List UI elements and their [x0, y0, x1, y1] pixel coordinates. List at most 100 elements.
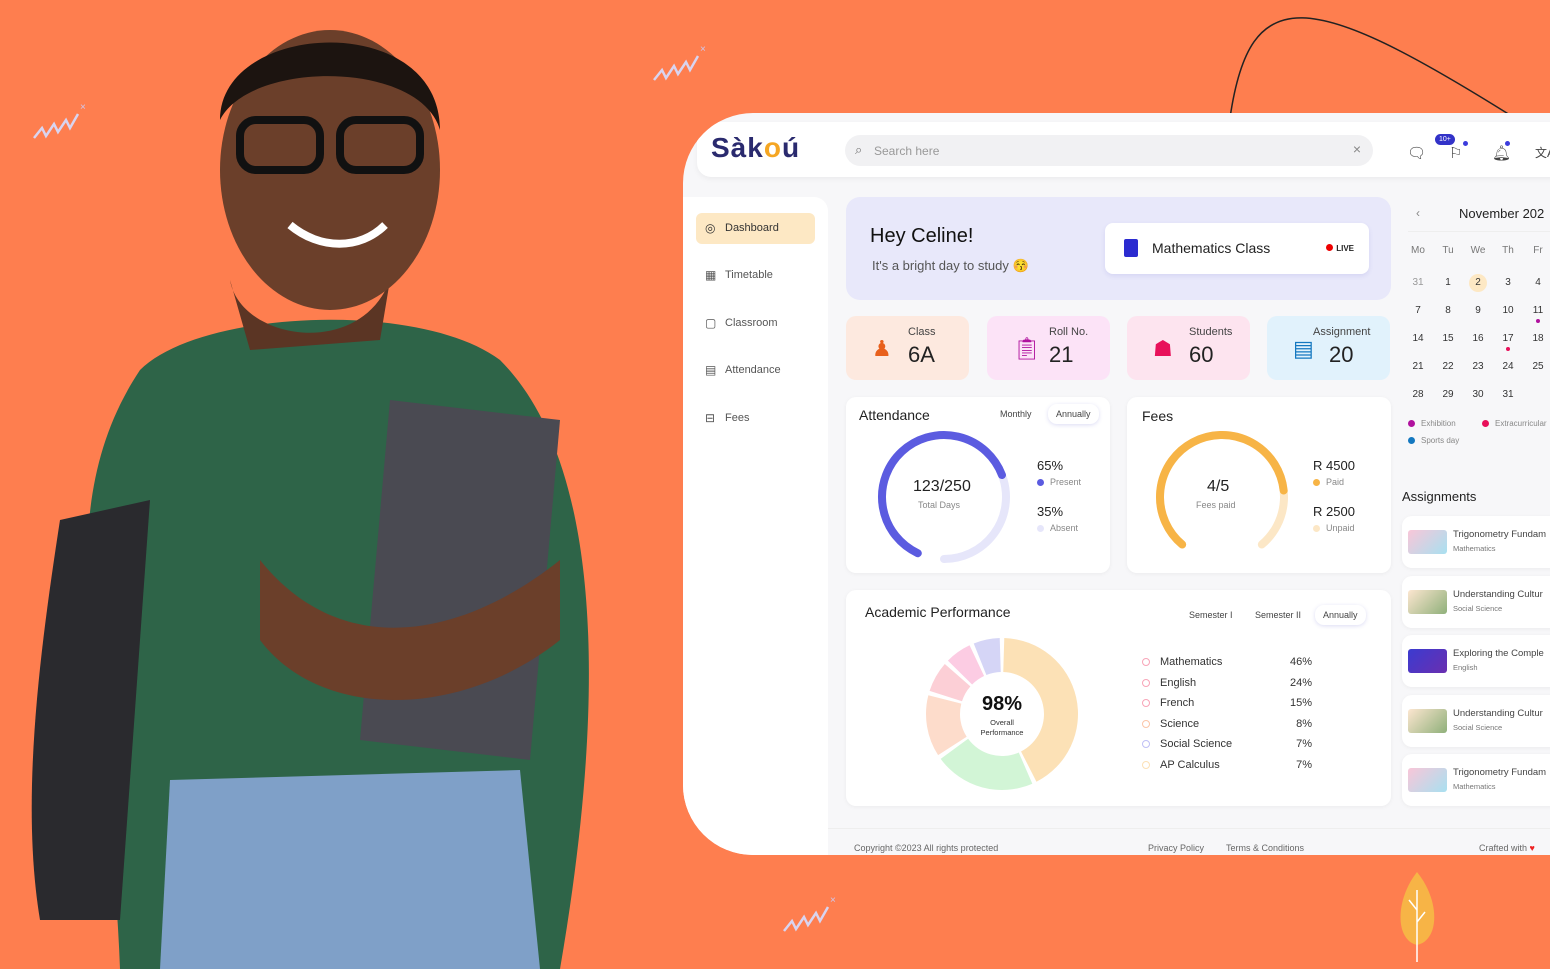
calendar-day[interactable]: 4 [1528, 277, 1548, 288]
label: Fees [725, 412, 750, 424]
academic-performance-card: Academic Performance Semester I Semester… [846, 590, 1391, 806]
tab-monthly[interactable]: Monthly [992, 404, 1040, 424]
assignment-item[interactable]: Understanding Cultur Social Science [1402, 575, 1550, 628]
calendar-day[interactable]: 23 [1468, 361, 1488, 372]
weekday: Fr [1533, 245, 1543, 256]
fees-caption: Fees paid [1196, 500, 1236, 510]
calendar-day[interactable]: 31 [1408, 277, 1428, 288]
stat-value: 60 [1189, 342, 1214, 367]
calendar-day[interactable]: 15 [1438, 333, 1458, 344]
footer: Copyright ©2023 All rights protected Pri… [828, 828, 1550, 855]
assignment-thumbnail [1408, 768, 1447, 792]
assignment-thumbnail [1408, 649, 1447, 673]
calendar-day[interactable]: 22 [1438, 361, 1458, 372]
student-icon: ☗ [1153, 336, 1173, 361]
calendar-day[interactable]: 31 [1498, 389, 1518, 400]
tab-semester-2[interactable]: Semester II [1247, 605, 1309, 625]
classroom-icon: ▢ [705, 316, 717, 330]
sidebar-item-dashboard[interactable]: ◎ Dashboard [696, 213, 815, 244]
assignment-item[interactable]: Trigonometry Fundam Mathematics [1402, 516, 1550, 568]
subject-row: Social Science 7% [1142, 738, 1322, 750]
assignment-item[interactable]: Exploring the Comple English [1402, 635, 1550, 687]
assignment-thumbnail [1408, 530, 1447, 554]
legend-sports-day: Sports day [1408, 436, 1459, 445]
assignment-item[interactable]: Understanding Cultur Social Science [1402, 694, 1550, 747]
timetable-icon: ▦ [705, 268, 717, 282]
sidebar-item-attendance[interactable]: ▤ Attendance [696, 355, 815, 386]
paid-amount: R 4500 [1313, 458, 1355, 473]
assignments-title: Assignments [1402, 489, 1477, 504]
privacy-policy-link[interactable]: Privacy Policy [1148, 843, 1204, 853]
calendar-day[interactable]: 3 [1498, 277, 1518, 288]
subject-name: French [1160, 697, 1195, 709]
calendar-day[interactable]: 7 [1408, 305, 1428, 316]
search-input[interactable]: ⌕ Search here × [845, 135, 1373, 166]
announcement-icon[interactable]: ⚐ [1449, 144, 1462, 162]
calendar-day[interactable]: 11 [1528, 305, 1548, 316]
calendar-day[interactable]: 10 [1498, 305, 1518, 316]
greeting-subtitle: It's a bright day to study 😚 [872, 258, 1029, 273]
leaf-decoration [1400, 872, 1435, 962]
calendar-day[interactable]: 28 [1408, 389, 1428, 400]
calendar-day[interactable]: 16 [1468, 333, 1488, 344]
calendar-day[interactable]: 25 [1528, 361, 1548, 372]
clear-search-icon[interactable]: × [1353, 141, 1361, 157]
calendar-day[interactable]: 1 [1438, 277, 1458, 288]
subject-marker [1142, 740, 1150, 748]
subject-marker [1142, 699, 1150, 707]
calendar-day[interactable]: 17 [1498, 333, 1518, 344]
label: Dashboard [725, 222, 779, 234]
attendance-gauge [878, 431, 1010, 563]
calendar-day[interactable]: 21 [1408, 361, 1428, 372]
assignment-item[interactable]: Trigonometry Fundam Mathematics [1402, 754, 1550, 806]
top-header: Sàkoú ⌕ Search here × 🗨 10+ ⚐ 🔔︎ 文A [697, 122, 1550, 177]
tab-annually[interactable]: Annually [1048, 404, 1099, 424]
translate-icon[interactable]: 文A [1535, 144, 1550, 161]
stat-class: ♟ Class 6A [846, 316, 969, 380]
calendar-month: November 202 [1459, 206, 1545, 221]
classroom-icon: ♟ [872, 336, 892, 361]
fees-icon: ⊟ [705, 411, 716, 425]
prev-month-icon[interactable]: ‹ [1416, 206, 1420, 220]
tab-semester-1[interactable]: Semester I [1181, 605, 1241, 625]
stat-label: Roll No. [1049, 326, 1089, 338]
stat-roll-no: 📋︎ Roll No. 21 [987, 316, 1110, 380]
subject-pct: 7% [1296, 738, 1312, 750]
calendar-day[interactable]: 18 [1528, 333, 1548, 344]
label: Timetable [725, 269, 773, 281]
subject-pct: 15% [1289, 697, 1312, 709]
subject-name: Mathematics [1160, 656, 1223, 668]
calendar-day[interactable]: 2 [1469, 274, 1487, 292]
copyright: Copyright ©2023 All rights protected [854, 843, 999, 853]
stat-value: 20 [1329, 342, 1354, 367]
weekday: Th [1502, 245, 1514, 256]
logo: Sàkoú [711, 132, 801, 163]
assignment-title: Trigonometry Fundam [1453, 529, 1547, 540]
terms-link[interactable]: Terms & Conditions [1226, 843, 1304, 853]
calendar-day[interactable]: 24 [1498, 361, 1518, 372]
donut-center: 98% Overall Performance [962, 693, 1042, 738]
bell-icon[interactable]: 🔔︎ [1492, 144, 1511, 162]
event-dot [1536, 319, 1540, 323]
sidebar-item-timetable[interactable]: ▦ Timetable [696, 260, 815, 291]
calendar-day[interactable]: 30 [1468, 389, 1488, 400]
event-dot [1506, 347, 1510, 351]
calendar-day[interactable]: 29 [1438, 389, 1458, 400]
label: Attendance [725, 364, 781, 376]
live-class-card[interactable]: Mathematics Class LIVE [1105, 223, 1369, 274]
assignment-title: Exploring the Comple [1453, 648, 1544, 659]
dashboard-icon: ◎ [705, 221, 716, 235]
sidebar-item-fees[interactable]: ⊟ Fees [696, 403, 815, 434]
calendar-day[interactable]: 14 [1408, 333, 1428, 344]
assignment-subject: Mathematics [1453, 544, 1496, 553]
sidebar-item-classroom[interactable]: ▢ Classroom [696, 308, 815, 339]
calendar-day[interactable]: 8 [1438, 305, 1458, 316]
stat-value: 21 [1049, 342, 1074, 367]
curve-decoration [1229, 17, 1511, 119]
assignment-thumbnail [1408, 589, 1447, 614]
message-icon[interactable]: 🗨 [1407, 144, 1426, 162]
subject-name: AP Calculus [1160, 758, 1220, 771]
subject-row: Mathematics 46% [1142, 656, 1322, 668]
calendar-day[interactable]: 9 [1468, 305, 1488, 316]
tab-annually[interactable]: Annually [1315, 605, 1366, 625]
